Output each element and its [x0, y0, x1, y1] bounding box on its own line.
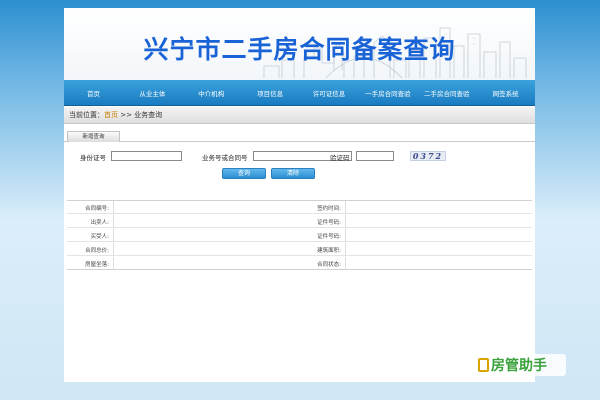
- table-row: 买受人: 证件号码:: [67, 229, 532, 242]
- total-price-value: [113, 243, 299, 256]
- nav-item-resale-contract[interactable]: 二手房合同查验: [417, 88, 476, 98]
- nav-item-agencies[interactable]: 中介机构: [182, 88, 241, 98]
- seller-id-label: 证件号码:: [317, 220, 341, 226]
- breadcrumb: 当前位置：首页 >> 业务查询: [64, 107, 535, 124]
- breadcrumb-current: 业务查询: [134, 111, 163, 119]
- page-container: 兴宁市二手房合同备案查询 首页 从业主体 中介机构 项目信息 许可证信息 一手房…: [64, 8, 535, 382]
- nav-item-practitioners[interactable]: 从业主体: [123, 88, 182, 98]
- captcha-input[interactable]: [356, 151, 394, 161]
- contract-status-value: [345, 257, 531, 270]
- watermark-badge: 房管助手: [474, 354, 566, 376]
- seller-id-value: [345, 215, 531, 228]
- clear-button[interactable]: 清除: [271, 168, 315, 179]
- house-logo-icon: [478, 358, 489, 372]
- result-table: 合同编号: 签约时间: 出卖人: 证件号码: 买受人: 证件号码: 合同总价: …: [67, 200, 532, 270]
- tab-bar: 新增查询: [64, 131, 535, 142]
- captcha-label: 验证码: [330, 154, 350, 162]
- contract-status-label: 合同状态:: [317, 262, 341, 268]
- total-price-label: 合同总价:: [85, 248, 109, 254]
- buyer-id-value: [345, 229, 531, 242]
- sign-time-value: [345, 201, 531, 214]
- buyer-value: [113, 229, 299, 242]
- table-row: 合同编号: 签约时间:: [67, 201, 532, 214]
- breadcrumb-home-link[interactable]: 首页: [104, 111, 118, 119]
- nav-item-licenses[interactable]: 许可证信息: [300, 88, 359, 98]
- nav-item-new-house-contract[interactable]: 一手房合同查验: [358, 88, 417, 98]
- floor-area-value: [345, 243, 531, 256]
- breadcrumb-prefix: 当前位置：: [69, 111, 104, 119]
- contract-number-label: 合同编号:: [85, 206, 109, 212]
- seller-label: 出卖人:: [90, 220, 109, 226]
- main-nav: 首页 从业主体 中介机构 项目信息 许可证信息 一手房合同查验 二手房合同查验 …: [64, 80, 535, 106]
- nav-item-home[interactable]: 首页: [64, 88, 123, 98]
- nav-item-projects[interactable]: 项目信息: [241, 88, 300, 98]
- id-number-input[interactable]: [111, 151, 182, 161]
- query-form: 身份证号 业务号或合同号 验证码: [64, 151, 535, 163]
- table-row: 出卖人: 证件号码:: [67, 215, 532, 228]
- breadcrumb-separator: >>: [118, 111, 135, 119]
- location-label: 房屋坐落:: [85, 262, 109, 268]
- captcha-image[interactable]: 0372: [410, 151, 446, 161]
- buyer-label: 买受人:: [90, 234, 109, 240]
- id-number-label: 身份证号: [80, 154, 106, 162]
- nav-item-esign-system[interactable]: 网签系统: [476, 88, 535, 98]
- tab-new-query[interactable]: 新增查询: [67, 131, 120, 142]
- header-banner: 兴宁市二手房合同备案查询: [64, 8, 535, 80]
- table-row: 合同总价: 建筑面积:: [67, 243, 532, 256]
- floor-area-label: 建筑面积:: [317, 248, 341, 254]
- business-number-label: 业务号或合同号: [202, 154, 248, 162]
- buyer-id-label: 证件号码:: [317, 234, 341, 240]
- table-row: 房屋坐落: 合同状态:: [67, 257, 532, 270]
- seller-value: [113, 215, 299, 228]
- site-title: 兴宁市二手房合同备案查询: [143, 35, 456, 64]
- sign-time-label: 签约时间:: [317, 206, 341, 212]
- location-value: [113, 257, 299, 270]
- query-button[interactable]: 查询: [222, 168, 266, 179]
- contract-number-value: [113, 201, 299, 214]
- watermark-text: 房管助手: [491, 358, 547, 374]
